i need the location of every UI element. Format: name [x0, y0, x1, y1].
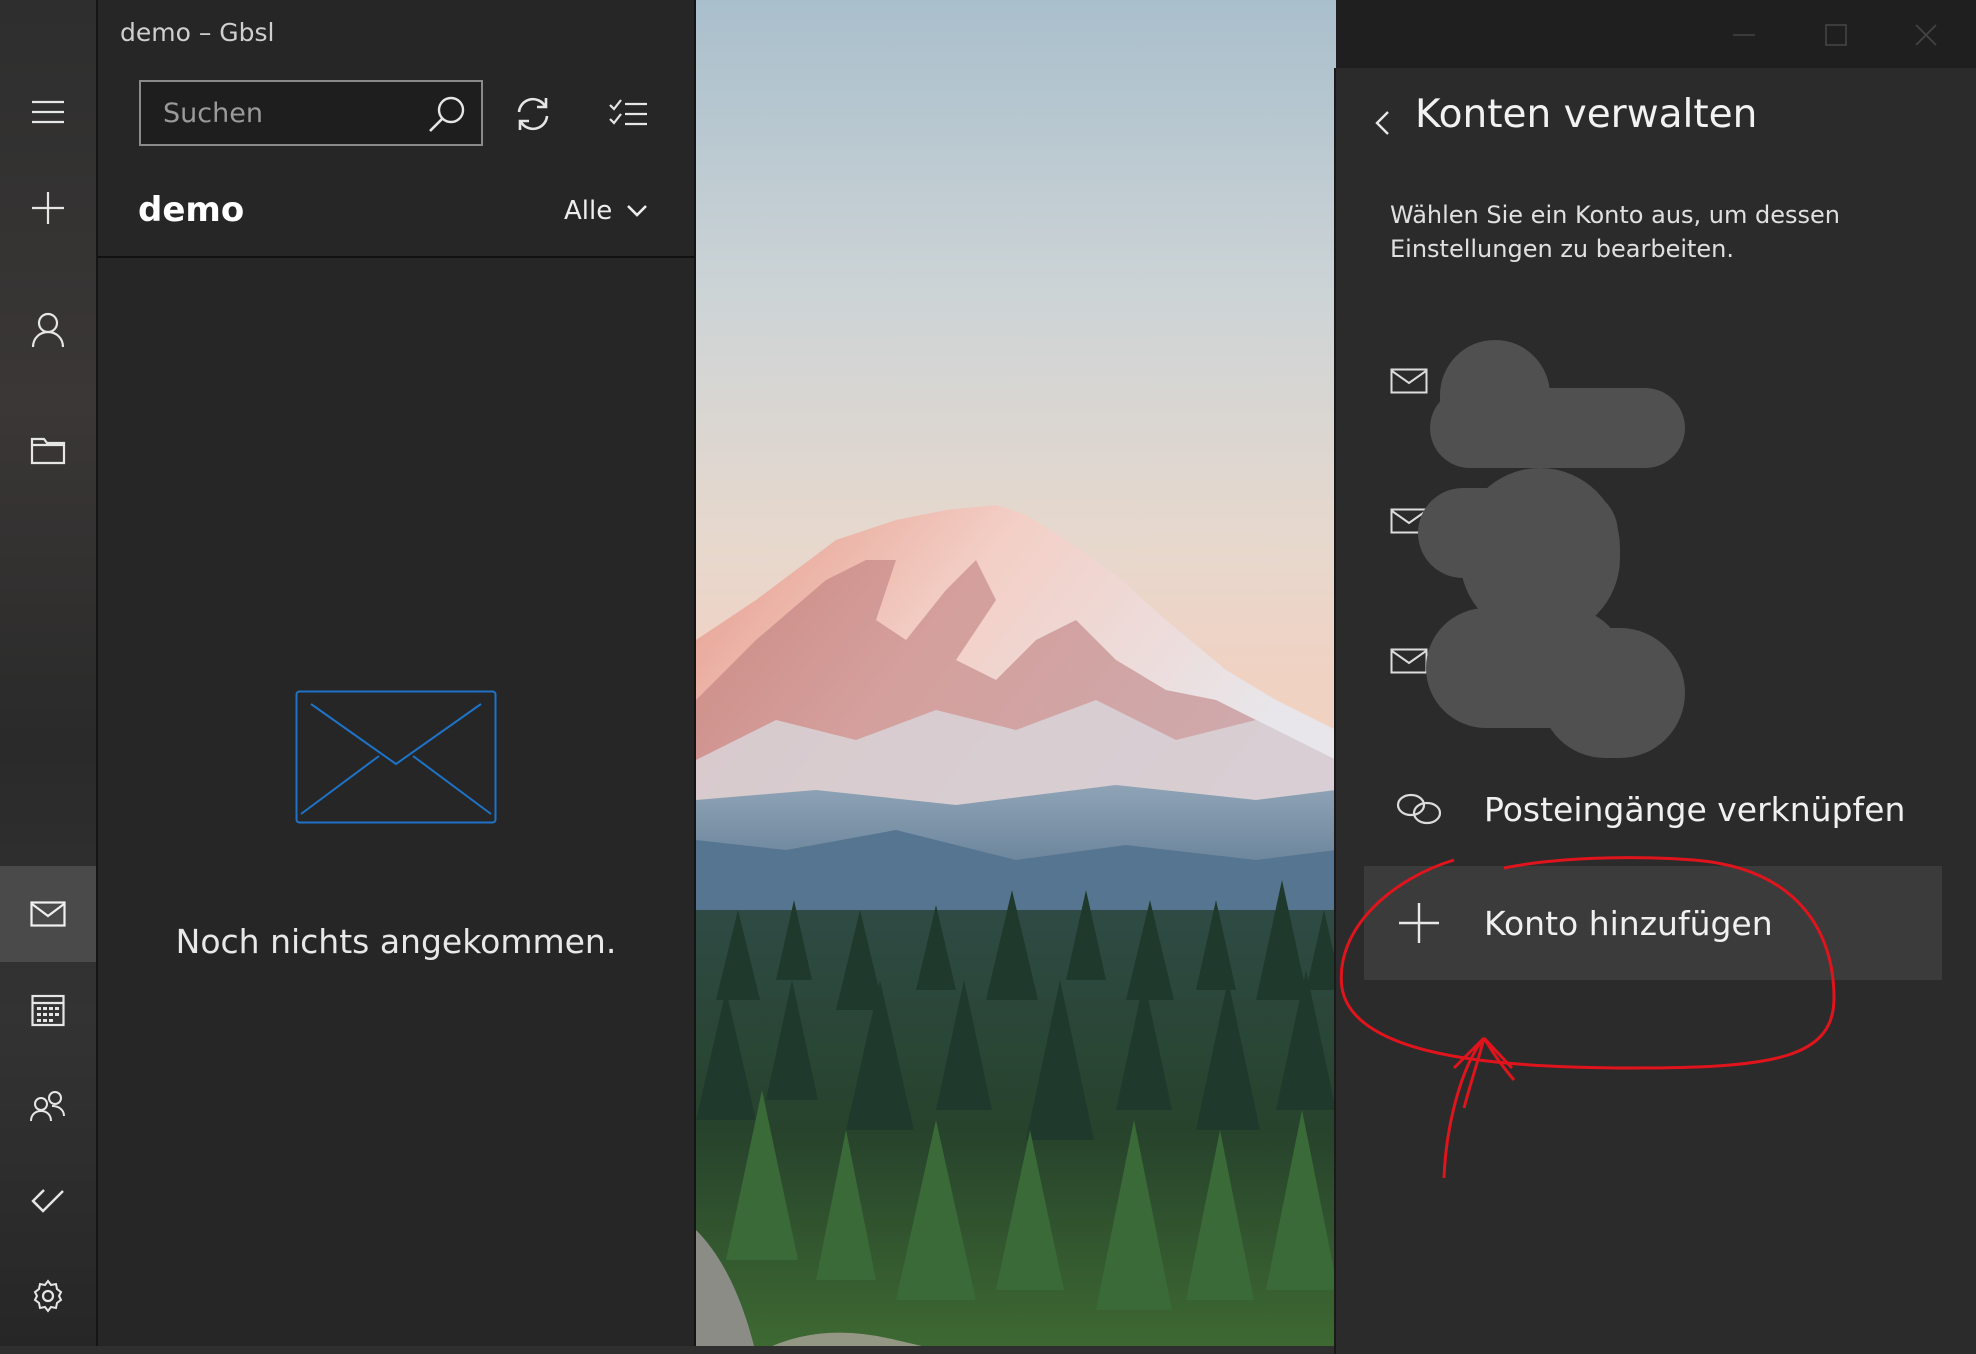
folders-button[interactable] [0, 402, 96, 498]
calendar-icon [31, 994, 65, 1027]
mail-button[interactable] [0, 866, 96, 962]
sync-button[interactable] [508, 89, 558, 139]
hamburger-menu-icon [32, 100, 64, 124]
settings-button[interactable] [0, 1248, 96, 1344]
chevron-down-icon [627, 205, 648, 217]
folders-icon [30, 437, 66, 465]
sync-icon [517, 97, 549, 131]
selection-mode-button[interactable] [603, 89, 653, 139]
empty-mail-icon [295, 690, 497, 824]
annotation-highlight [1339, 856, 1836, 1179]
accounts-icon [31, 312, 65, 348]
manage-accounts-flyout: Konten verwalten Wählen Sie ein Konto au… [1334, 68, 1976, 1354]
people-icon [30, 1091, 65, 1122]
minimize-button[interactable] [1714, 14, 1774, 56]
message-list-pane: demo – Gbsl demo Alle Noch nichts angeko… [98, 0, 696, 1354]
background-landscape [696, 0, 1336, 1354]
folder-title: demo [138, 190, 245, 230]
filter-dropdown[interactable]: Alle [564, 196, 648, 226]
calendar-button[interactable] [0, 962, 96, 1058]
todo-icon [31, 1189, 64, 1213]
search-icon [429, 96, 465, 132]
search-button[interactable] [425, 92, 469, 136]
mail-icon [30, 901, 66, 927]
filter-selected-label: Alle [564, 196, 613, 226]
accounts-button[interactable] [0, 282, 96, 378]
new-mail-button[interactable] [0, 160, 96, 256]
close-icon [1915, 24, 1937, 46]
search-input[interactable] [141, 82, 411, 144]
maximize-button[interactable] [1806, 14, 1866, 56]
empty-state-text: Noch nichts angekommen. [175, 922, 617, 961]
window-title: demo – Gbsl [120, 18, 275, 47]
maximize-icon [1825, 24, 1847, 46]
settings-icon [33, 1279, 63, 1313]
search-box[interactable] [139, 80, 483, 146]
close-button[interactable] [1896, 14, 1956, 56]
checklist-icon [609, 99, 647, 126]
new-mail-icon [32, 192, 64, 224]
navigation-rail [0, 0, 98, 1354]
pane-divider [98, 256, 694, 258]
people-button[interactable] [0, 1058, 96, 1154]
hamburger-menu-button[interactable] [0, 64, 96, 160]
todo-button[interactable] [0, 1152, 96, 1248]
minimize-icon [1733, 34, 1755, 36]
